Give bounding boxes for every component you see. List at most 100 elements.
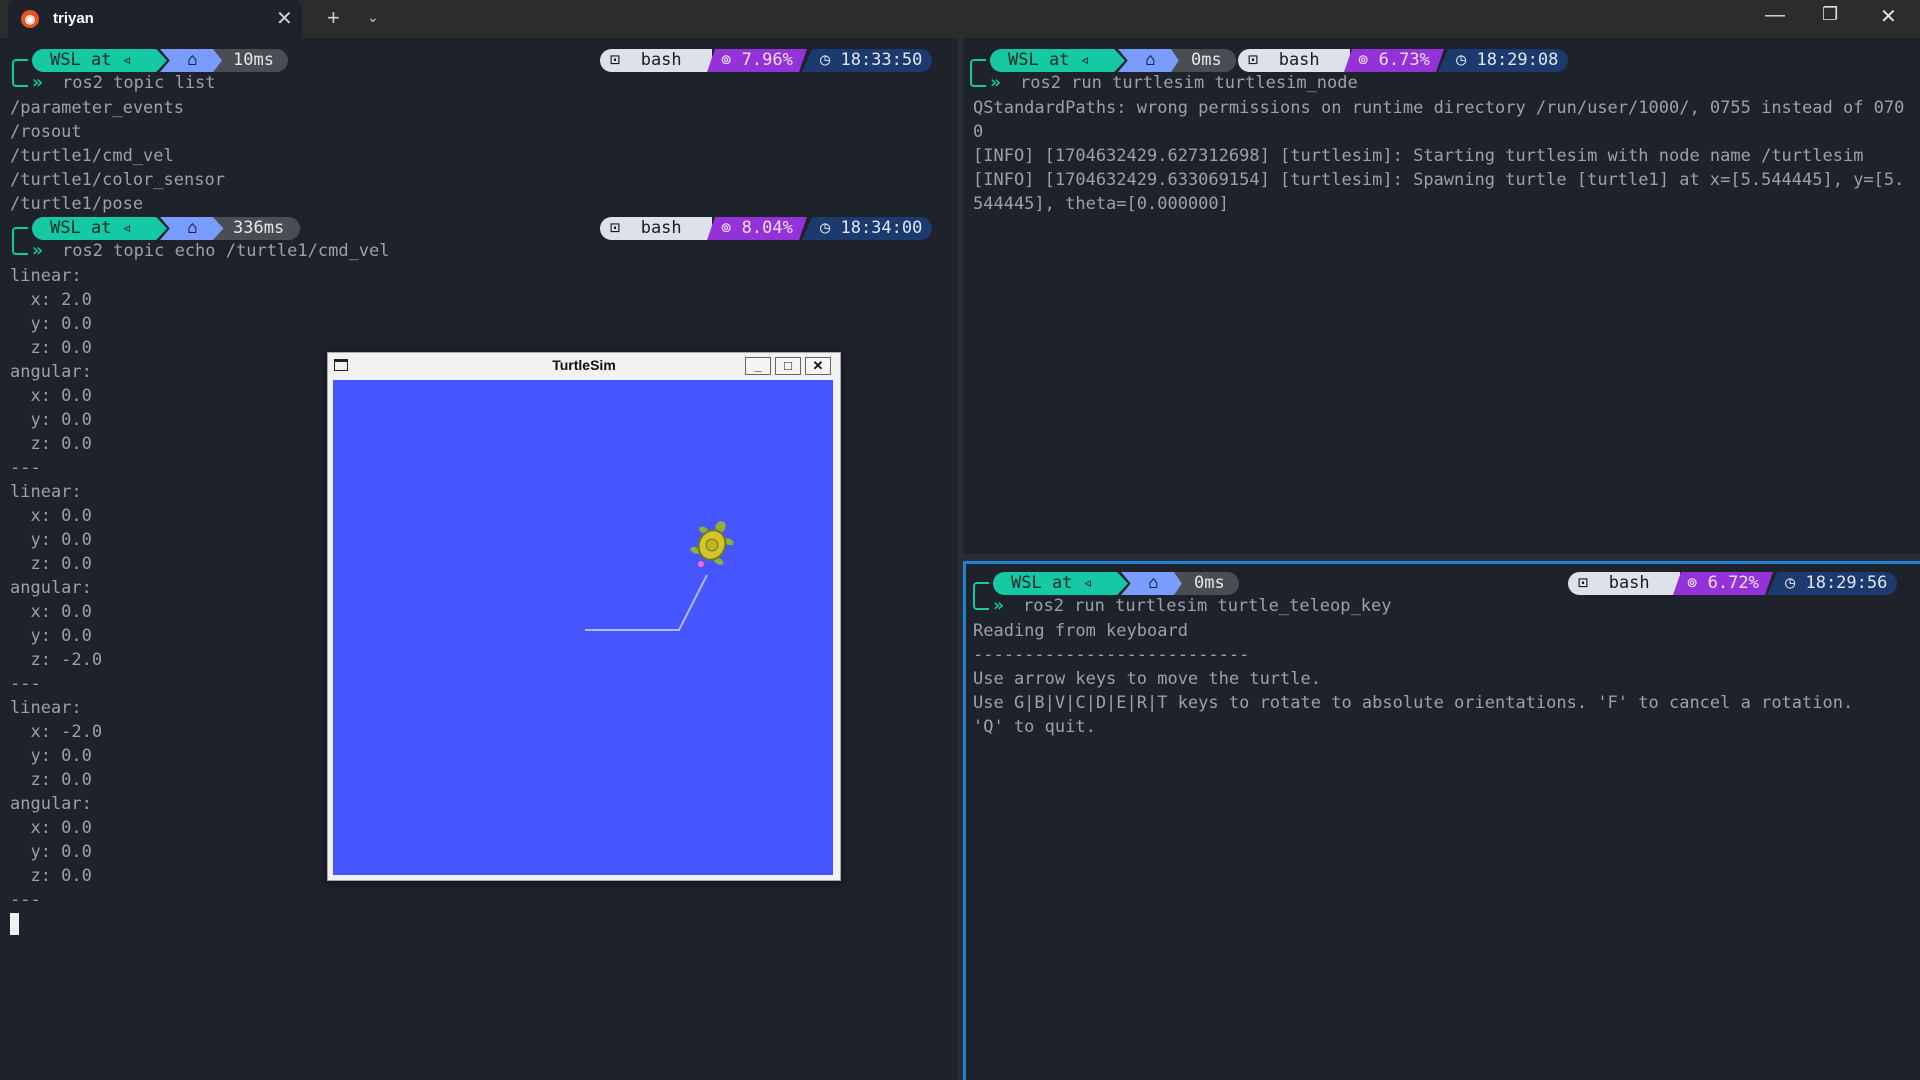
output-line: x: 0.0 (10, 602, 92, 622)
output-line: QStandardPaths: wrong permissions on run… (973, 98, 1905, 118)
output-separator: --------------------------- (973, 645, 1250, 665)
shell-segment: ⊡ bash (600, 217, 712, 240)
output-line: [INFO] [1704632429.633069154] [turtlesim… (973, 170, 1905, 190)
output-line: 0 (973, 122, 984, 142)
shell-segment: ⊡ bash (600, 49, 712, 72)
turtlesim-window[interactable]: TurtleSim _ □ ✕ (327, 352, 841, 881)
output-line: x: 0.0 (10, 818, 92, 838)
turtlesim-close-button[interactable]: ✕ (805, 357, 831, 375)
prompt: WSL at ◃ ⌂ 0ms ⊡ bash ⊚ 6.72% ◷ 18:29:56… (971, 572, 1911, 622)
output-line: x: 0.0 (10, 386, 92, 406)
home-icon: ⌂ (160, 49, 225, 72)
close-button[interactable]: ✕ (1880, 4, 1897, 29)
ubuntu-icon: ◉ (21, 10, 39, 28)
command-text: ros2 run turtlesim turtle_teleop_key (1023, 596, 1392, 616)
prompt-chevron-icon: » (32, 72, 43, 93)
home-icon: ⌂ (1121, 572, 1186, 595)
prompt: WSL at ◃ ⌂ 0ms ⊡ bash ⊚ 6.73% ◷ 18:29:08… (968, 49, 1908, 99)
output-line: /turtle1/color_sensor (10, 170, 225, 190)
output-line: Reading from keyboard (973, 621, 1188, 641)
output-line: y: 0.0 (10, 530, 92, 550)
output-line: z: -2.0 (10, 650, 103, 670)
prompt: WSL at ◃ ⌂ 10ms ⊡ bash ⊚ 7.96% ◷ 18:33:5… (10, 49, 950, 99)
terminal-pane-bottom-right[interactable]: WSL at ◃ ⌂ 0ms ⊡ bash ⊚ 6.72% ◷ 18:29:56… (963, 561, 1920, 1080)
output-line: angular: (10, 578, 92, 598)
command-text: ros2 topic list (62, 73, 216, 93)
prompt-connector (970, 59, 986, 87)
prompt-chevron-icon: » (993, 595, 1004, 616)
output-line: Use arrow keys to move the turtle. (973, 669, 1321, 689)
output-line: [INFO] [1704632429.627312698] [turtlesim… (973, 146, 1864, 166)
output-line: z: 0.0 (10, 554, 92, 574)
output-line: /turtle1/pose (10, 194, 144, 214)
time-segment: ◷ 18:33:50 (802, 49, 932, 72)
output-line: angular: (10, 794, 92, 814)
turtle-icon (690, 521, 734, 568)
title-bar: ◉ triyan ✕ + ⌄ — ❐ ✕ (0, 0, 1920, 38)
time-segment: ◷ 18:29:08 (1438, 49, 1568, 72)
wsl-segment: WSL at ◃ (32, 217, 167, 240)
shell-segment: ⊡ bash (1568, 572, 1680, 595)
output-line: z: 0.0 (10, 770, 92, 790)
duration-segment: 0ms (1174, 572, 1239, 595)
duration-segment: 10ms (213, 49, 288, 72)
output-separator: --- (10, 674, 41, 694)
restore-button[interactable]: ❐ (1822, 4, 1838, 25)
turtlesim-minimize-button[interactable]: _ (745, 357, 771, 375)
prompt-chevron-icon: » (990, 72, 1001, 93)
prompt: WSL at ◃ ⌂ 336ms ⊡ bash ⊚ 8.04% ◷ 18:34:… (10, 217, 950, 267)
prompt-chevron-icon: » (32, 240, 43, 261)
tab-close-icon[interactable]: ✕ (276, 6, 293, 31)
new-tab-button[interactable]: + (327, 5, 340, 31)
turtle-path (585, 574, 708, 631)
output-separator: --- (10, 458, 41, 478)
output-line: x: 0.0 (10, 506, 92, 526)
output-line: /rosout (10, 122, 82, 142)
pane-divider-horizontal[interactable] (963, 554, 1920, 561)
output-line: angular: (10, 362, 92, 382)
output-line: linear: (10, 266, 82, 286)
text-cursor (10, 913, 19, 935)
wsl-segment: WSL at ◃ (990, 49, 1125, 72)
minimize-button[interactable]: — (1765, 4, 1785, 27)
turtlesim-title-bar[interactable]: TurtleSim _ □ ✕ (328, 353, 840, 377)
prompt-connector (12, 227, 28, 255)
output-line: 'Q' to quit. (973, 717, 1096, 737)
output-line: Use G|B|V|C|D|E|R|T keys to rotate to ab… (973, 693, 1854, 713)
output-line: y: 0.0 (10, 626, 92, 646)
time-segment: ◷ 18:34:00 (802, 217, 932, 240)
output-line: linear: (10, 482, 82, 502)
output-line: /parameter_events (10, 98, 184, 118)
cpu-segment: ⊚ 6.72% (1673, 572, 1773, 595)
prompt-connector (973, 582, 989, 610)
output-line: z: 0.0 (10, 338, 92, 358)
cpu-segment: ⊚ 7.96% (707, 49, 807, 72)
shell-segment: ⊡ bash (1238, 49, 1350, 72)
home-icon: ⌂ (1118, 49, 1183, 72)
command-text: ros2 run turtlesim turtlesim_node (1020, 73, 1358, 93)
duration-segment: 0ms (1171, 49, 1236, 72)
output-line: z: 0.0 (10, 866, 92, 886)
tab-dropdown-button[interactable]: ⌄ (367, 9, 379, 26)
cpu-segment: ⊚ 6.73% (1344, 49, 1444, 72)
turtlesim-maximize-button[interactable]: □ (775, 357, 801, 375)
output-line: y: 0.0 (10, 842, 92, 862)
turtlesim-canvas (333, 380, 833, 875)
home-icon: ⌂ (160, 217, 225, 240)
tab-triyan[interactable]: ◉ triyan ✕ (8, 0, 302, 38)
output-line: linear: (10, 698, 82, 718)
tab-title: triyan (53, 10, 94, 27)
output-line: /turtle1/cmd_vel (10, 146, 174, 166)
cpu-segment: ⊚ 8.04% (707, 217, 807, 240)
output-line: y: 0.0 (10, 314, 92, 334)
time-segment: ◷ 18:29:56 (1767, 572, 1897, 595)
output-line: 544445], theta=[0.000000] (973, 194, 1229, 214)
command-text: ros2 topic echo /turtle1/cmd_vel (62, 241, 390, 261)
terminal-pane-top-right[interactable]: WSL at ◃ ⌂ 0ms ⊡ bash ⊚ 6.73% ◷ 18:29:08… (963, 38, 1920, 554)
wsl-segment: WSL at ◃ (993, 572, 1128, 595)
duration-segment: 336ms (213, 217, 300, 240)
turtlesim-drawing (585, 521, 734, 631)
prompt-connector (12, 59, 28, 87)
output-line: x: 2.0 (10, 290, 92, 310)
output-separator: --- (10, 890, 41, 910)
